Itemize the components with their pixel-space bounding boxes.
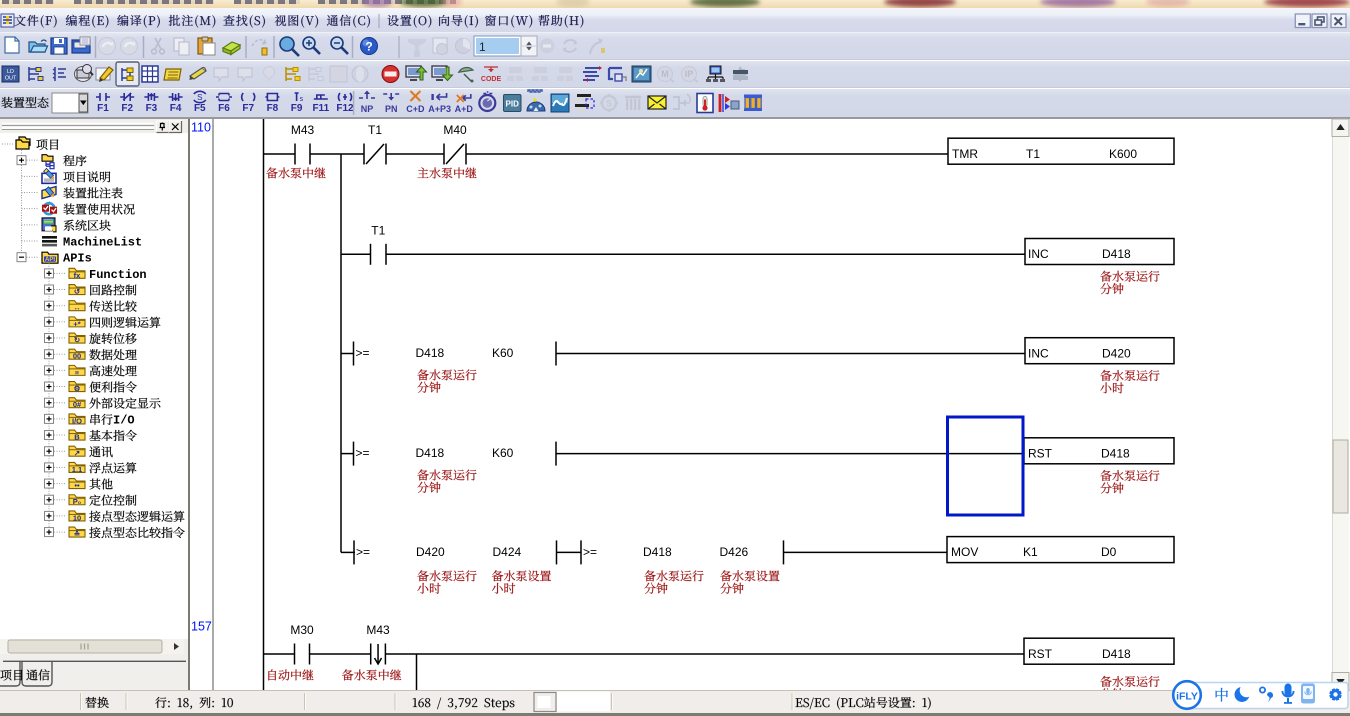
svg-text:00: 00 (73, 352, 81, 361)
svg-text:110: 110 (191, 121, 211, 135)
svg-text:MOV: MOV (951, 545, 978, 559)
svg-text:T1: T1 (371, 223, 385, 237)
svg-text:••: •• (74, 481, 80, 490)
svg-text:LD: LD (7, 69, 14, 75)
svg-text:INC: INC (1028, 247, 1049, 261)
svg-text:IP: IP (685, 69, 694, 79)
svg-text:M40: M40 (443, 123, 467, 137)
svg-text:M43: M43 (291, 123, 315, 137)
svg-text:⚙: ⚙ (74, 384, 81, 393)
svg-text:F12: F12 (336, 103, 354, 114)
svg-text:>=: >= (356, 446, 370, 460)
svg-text:INC: INC (1028, 346, 1049, 360)
svg-text:S: S (606, 99, 612, 109)
svg-text:C+D: C+D (406, 104, 425, 114)
svg-text:I/O: I/O (72, 416, 82, 425)
svg-text:↗: ↗ (74, 449, 80, 458)
svg-text:MachineList: MachineList (63, 236, 142, 250)
svg-text:F1: F1 (97, 103, 109, 114)
svg-text:D420: D420 (416, 545, 445, 559)
svg-text:M30: M30 (290, 623, 314, 637)
svg-text:D418: D418 (1101, 446, 1130, 460)
svg-text:APIs: APIs (63, 252, 92, 266)
svg-text:Function: Function (89, 268, 147, 282)
svg-text:F3: F3 (146, 103, 158, 114)
svg-text:F9: F9 (291, 103, 303, 114)
svg-text:F5: F5 (194, 103, 206, 114)
svg-text:F6: F6 (218, 103, 230, 114)
svg-text:B: B (74, 433, 80, 442)
svg-text:A+D: A+D (455, 104, 474, 114)
svg-text:F8: F8 (267, 103, 279, 114)
svg-text:CODE: CODE (481, 76, 502, 83)
svg-text:M: M (661, 69, 669, 79)
svg-text:D0: D0 (1101, 545, 1117, 559)
svg-text:>=: >= (356, 545, 370, 559)
svg-text:A+P3: A+P3 (428, 104, 451, 114)
svg-text:D418: D418 (416, 446, 445, 460)
svg-text:?: ? (365, 40, 372, 54)
svg-text:RST: RST (1028, 446, 1053, 460)
svg-text:K600: K600 (1109, 147, 1137, 161)
svg-text:F7: F7 (242, 103, 254, 114)
svg-text:K1: K1 (1023, 545, 1038, 559)
svg-text:D418: D418 (1102, 647, 1131, 661)
svg-text:D426: D426 (720, 545, 749, 559)
svg-text:≙: ≙ (74, 530, 81, 539)
svg-text:F4: F4 (170, 103, 182, 114)
svg-text:iFLY: iFLY (1176, 691, 1198, 703)
svg-text:s: s (300, 96, 304, 103)
svg-text:T1: T1 (1026, 147, 1040, 161)
svg-text:↔: ↔ (73, 303, 81, 312)
svg-text:RST: RST (1028, 647, 1053, 661)
svg-text:1: 1 (479, 40, 486, 54)
svg-text:D418: D418 (416, 346, 445, 360)
svg-text:D418: D418 (1102, 247, 1131, 261)
svg-text:M43: M43 (366, 623, 390, 637)
svg-text:>=: >= (583, 545, 597, 559)
svg-text:>=: >= (356, 346, 370, 360)
svg-text:TMR: TMR (952, 147, 978, 161)
svg-text:fx: fx (74, 271, 81, 280)
svg-text:OUT: OUT (5, 76, 17, 82)
svg-text:+*: +* (73, 319, 80, 328)
svg-text:PID: PID (506, 100, 520, 109)
svg-text:I/O: I/O (113, 413, 135, 427)
svg-text:K60: K60 (492, 346, 514, 360)
svg-text:D420: D420 (1102, 346, 1131, 360)
svg-text:↺: ↺ (74, 287, 81, 296)
svg-text:API: API (45, 257, 55, 263)
svg-text:S: S (197, 93, 202, 102)
svg-text:F11: F11 (312, 103, 329, 114)
svg-text:1.1: 1.1 (72, 465, 82, 474)
svg-text:F2: F2 (121, 103, 133, 114)
svg-text:↻: ↻ (74, 336, 81, 345)
svg-text:T1: T1 (368, 123, 382, 137)
svg-text:D424: D424 (493, 545, 522, 559)
svg-text:0#: 0# (73, 400, 82, 409)
svg-text:157: 157 (191, 620, 212, 634)
svg-text:D418: D418 (643, 545, 672, 559)
svg-text:PN: PN (385, 104, 398, 114)
svg-text:10: 10 (73, 513, 81, 522)
svg-text:P₀: P₀ (73, 497, 81, 506)
svg-text:NP: NP (361, 104, 374, 114)
svg-text:K60: K60 (492, 446, 514, 460)
svg-text:≡: ≡ (75, 368, 80, 377)
